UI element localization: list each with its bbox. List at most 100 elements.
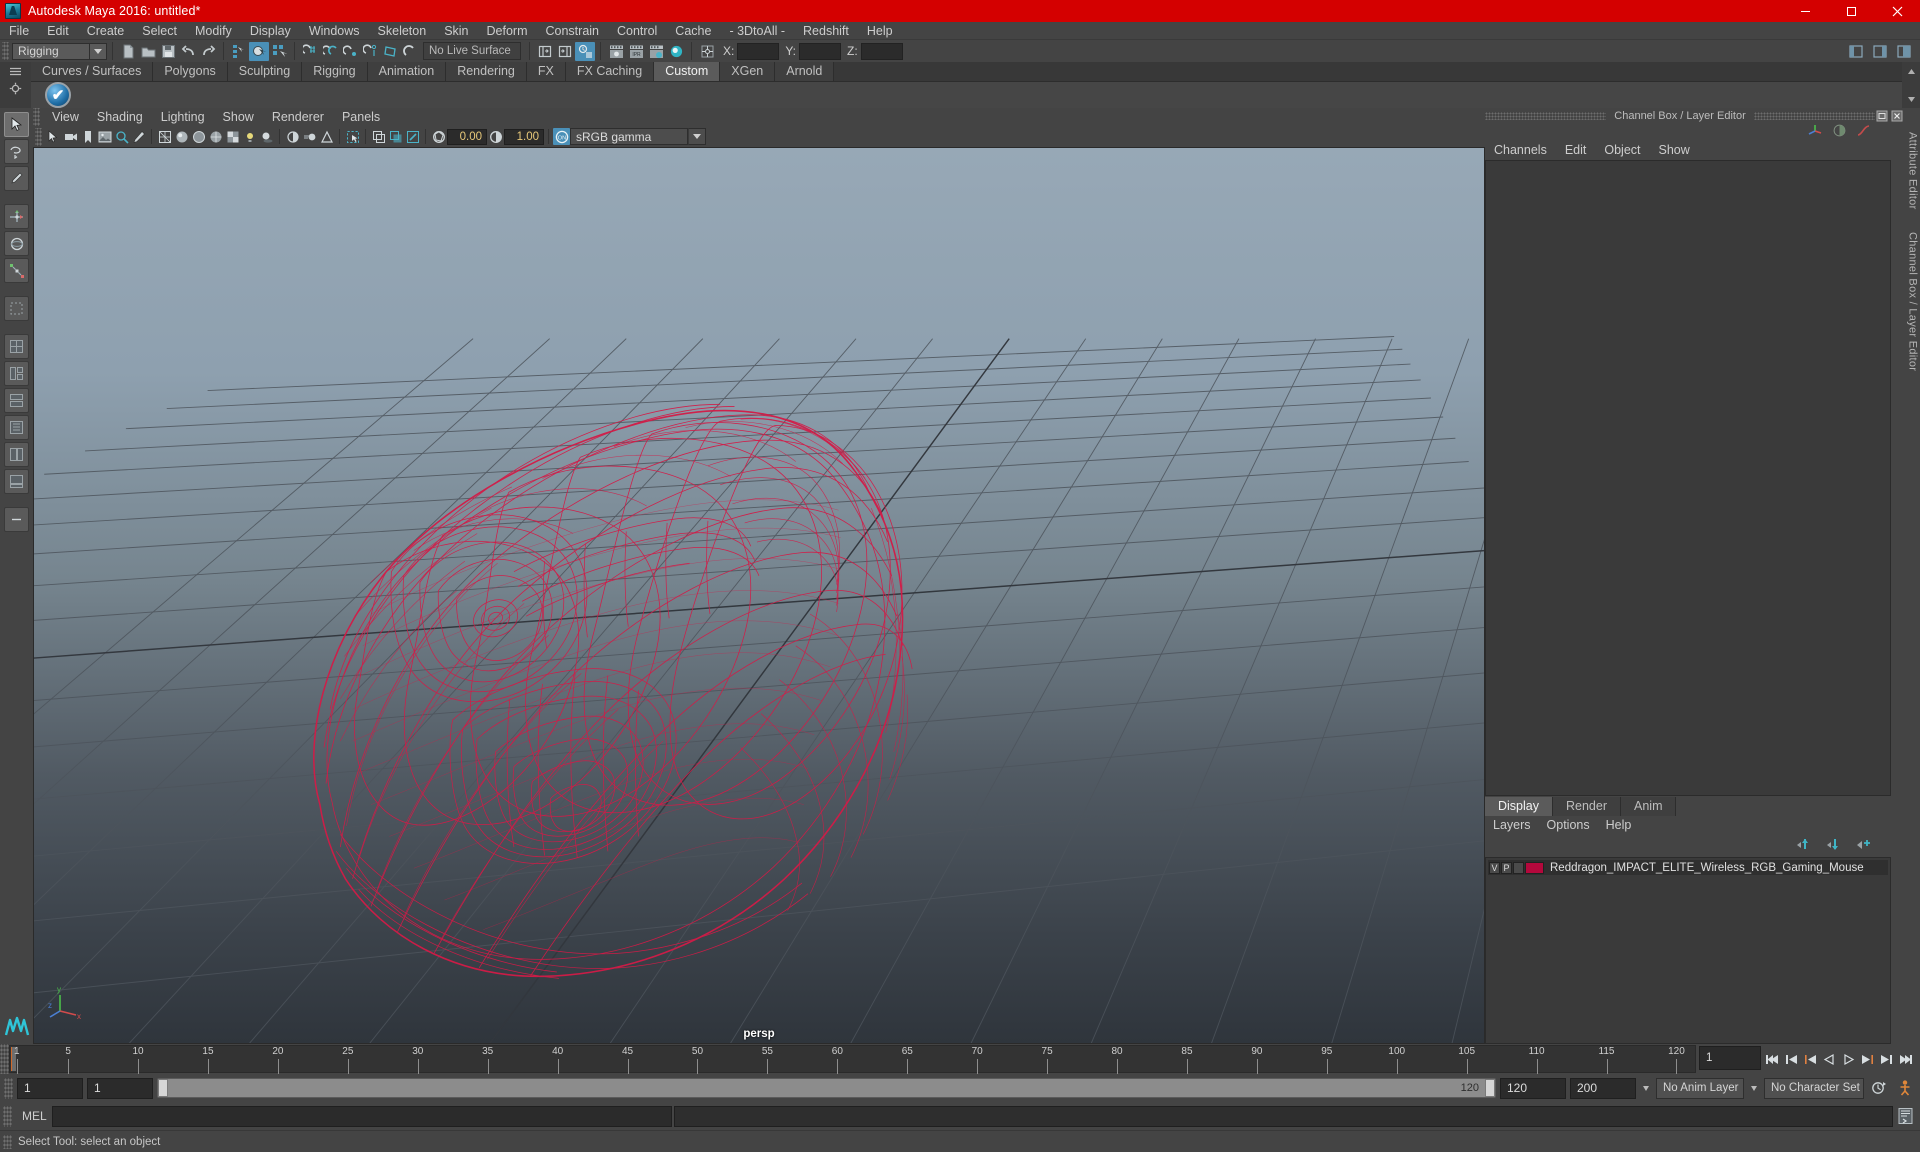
- play-forwards-button[interactable]: [1840, 1049, 1857, 1069]
- save-scene-button[interactable]: [158, 42, 178, 61]
- motion-blur-icon[interactable]: [301, 128, 318, 145]
- step-back-frame-button[interactable]: [1802, 1049, 1819, 1069]
- menu-cache[interactable]: Cache: [666, 22, 720, 40]
- shading-sphere-icon[interactable]: [1832, 123, 1847, 141]
- shelf-tab-rendering[interactable]: Rendering: [446, 62, 527, 81]
- rotate-tool-button[interactable]: [4, 231, 29, 256]
- viewport-menu-panels[interactable]: Panels: [333, 108, 389, 126]
- render-current-frame-button[interactable]: [606, 42, 626, 61]
- anim-layer-dropdown-arrow[interactable]: [1643, 1085, 1649, 1091]
- new-scene-button[interactable]: [118, 42, 138, 61]
- command-output-field[interactable]: [674, 1105, 1893, 1127]
- close-button[interactable]: [1874, 0, 1920, 22]
- viewport-menu-shading[interactable]: Shading: [88, 108, 152, 126]
- viewport-menu-show[interactable]: Show: [214, 108, 263, 126]
- layer-name-label[interactable]: Reddragon_IMPACT_ELITE_Wireless_RGB_Gami…: [1545, 862, 1864, 874]
- layout-expand-button[interactable]: [4, 507, 29, 532]
- statusline-grip[interactable]: [2, 42, 9, 60]
- move-tool-button[interactable]: [4, 204, 29, 229]
- xray-active-components-icon[interactable]: [404, 128, 421, 145]
- channelbox-menu-show[interactable]: Show: [1650, 140, 1699, 160]
- shelf-menu-icon[interactable]: [8, 65, 23, 78]
- channel-box-list[interactable]: [1485, 160, 1891, 796]
- vertical-tab-channelbox[interactable]: Channel Box / Layer Editor: [1907, 232, 1919, 371]
- bookmark-icon[interactable]: [79, 128, 96, 145]
- manipulator-gizmo-icon[interactable]: [1808, 123, 1823, 141]
- range-slider-grip[interactable]: [4, 1077, 13, 1099]
- go-to-start-button[interactable]: [1764, 1049, 1781, 1069]
- shadows-icon[interactable]: [258, 128, 275, 145]
- viewport-toolbar-grip[interactable]: [35, 127, 42, 146]
- gamma-icon[interactable]: [487, 128, 504, 145]
- smooth-shade-all-icon[interactable]: [173, 128, 190, 145]
- menu-set-dropdown-arrow[interactable]: [90, 42, 107, 60]
- layout-persp-outliner-button[interactable]: [4, 469, 29, 494]
- snap-to-grid-button[interactable]: [300, 42, 320, 61]
- live-surface-field[interactable]: No Live Surface: [423, 42, 521, 60]
- vertical-tab-attribute-editor[interactable]: Attribute Editor: [1907, 132, 1919, 210]
- two-d-pan-zoom-icon[interactable]: [113, 128, 130, 145]
- coord-y-input[interactable]: [799, 42, 842, 60]
- menu-skin[interactable]: Skin: [435, 22, 477, 40]
- open-scene-button[interactable]: [138, 42, 158, 61]
- create-new-layer-icon[interactable]: [1856, 838, 1873, 854]
- menu-control[interactable]: Control: [608, 22, 666, 40]
- menu-help[interactable]: Help: [858, 22, 902, 40]
- redo-button[interactable]: [198, 42, 218, 61]
- close-panel-button[interactable]: [1890, 110, 1903, 123]
- viewport-menu-renderer[interactable]: Renderer: [263, 108, 333, 126]
- command-language-label[interactable]: MEL: [14, 1109, 50, 1123]
- snap-to-view-plane-button[interactable]: [380, 42, 400, 61]
- snap-to-curve-button[interactable]: [320, 42, 340, 61]
- texture-display-icon[interactable]: [224, 128, 241, 145]
- camera-attributes-icon[interactable]: [62, 128, 79, 145]
- layer-row[interactable]: V P Reddragon_IMPACT_ELITE_Wireless_RGB_…: [1488, 860, 1888, 875]
- character-set-dropdown-arrow[interactable]: [1751, 1085, 1757, 1091]
- shelf-tab-animation[interactable]: Animation: [367, 62, 447, 81]
- shaded-wireframe-icon[interactable]: [207, 128, 224, 145]
- layout-hypergraph-button[interactable]: [4, 415, 29, 440]
- step-forward-frame-button[interactable]: [1859, 1049, 1876, 1069]
- sidebar-toggle-channelbox-icon[interactable]: [1894, 42, 1914, 61]
- viewport-menu-lighting[interactable]: Lighting: [152, 108, 214, 126]
- gamma-value-input[interactable]: 1.00: [504, 128, 544, 145]
- shelf-tab-arnold[interactable]: Arnold: [775, 62, 835, 81]
- play-backwards-button[interactable]: [1821, 1049, 1838, 1069]
- last-tool-used-button[interactable]: [4, 296, 29, 321]
- snap-to-point-button[interactable]: [340, 42, 360, 61]
- move-layer-up-icon[interactable]: [1796, 838, 1813, 854]
- menu-select[interactable]: Select: [133, 22, 186, 40]
- show-attribute-editor-button[interactable]: [555, 42, 575, 61]
- go-to-end-button[interactable]: [1897, 1049, 1914, 1069]
- animation-preferences-icon[interactable]: [1868, 1077, 1890, 1099]
- playback-end-time-field[interactable]: 120: [1500, 1077, 1566, 1099]
- xray-display-icon[interactable]: [370, 128, 387, 145]
- shelf-scroll-down-icon[interactable]: [1907, 92, 1916, 106]
- screen-space-ao-icon[interactable]: [284, 128, 301, 145]
- paint-select-tool-button[interactable]: [4, 166, 29, 191]
- exposure-icon[interactable]: [430, 128, 447, 145]
- menu-create[interactable]: Create: [78, 22, 134, 40]
- layer-menu-layers[interactable]: Layers: [1485, 816, 1539, 835]
- undo-button[interactable]: [178, 42, 198, 61]
- layer-list[interactable]: V P Reddragon_IMPACT_ELITE_Wireless_RGB_…: [1485, 857, 1891, 1044]
- show-outliner-button[interactable]: [535, 42, 555, 61]
- layer-menu-options[interactable]: Options: [1539, 816, 1598, 835]
- layer-tab-render[interactable]: Render: [1553, 797, 1621, 816]
- menu-redshift[interactable]: Redshift: [794, 22, 858, 40]
- shelf-tab-curves-surfaces[interactable]: Curves / Surfaces: [31, 62, 154, 81]
- shelf-tab-polygons[interactable]: Polygons: [153, 62, 228, 81]
- hypershade-button[interactable]: [666, 42, 686, 61]
- anim-layer-combo[interactable]: No Anim Layer: [1656, 1077, 1744, 1099]
- ipr-render-button[interactable]: IPR: [626, 42, 646, 61]
- shelf-tab-xgen[interactable]: XGen: [720, 62, 776, 81]
- exposure-value-input[interactable]: 0.00: [447, 128, 487, 145]
- layout-graph-editor-button[interactable]: [4, 442, 29, 467]
- time-slider-grip[interactable]: [0, 1044, 9, 1074]
- grease-pencil-icon[interactable]: [130, 128, 147, 145]
- multisample-aa-icon[interactable]: [318, 128, 335, 145]
- select-by-hierarchy-button[interactable]: [229, 42, 249, 61]
- menu-file[interactable]: File: [0, 22, 38, 40]
- coord-x-input[interactable]: [737, 42, 780, 60]
- smooth-shade-selected-icon[interactable]: [190, 128, 207, 145]
